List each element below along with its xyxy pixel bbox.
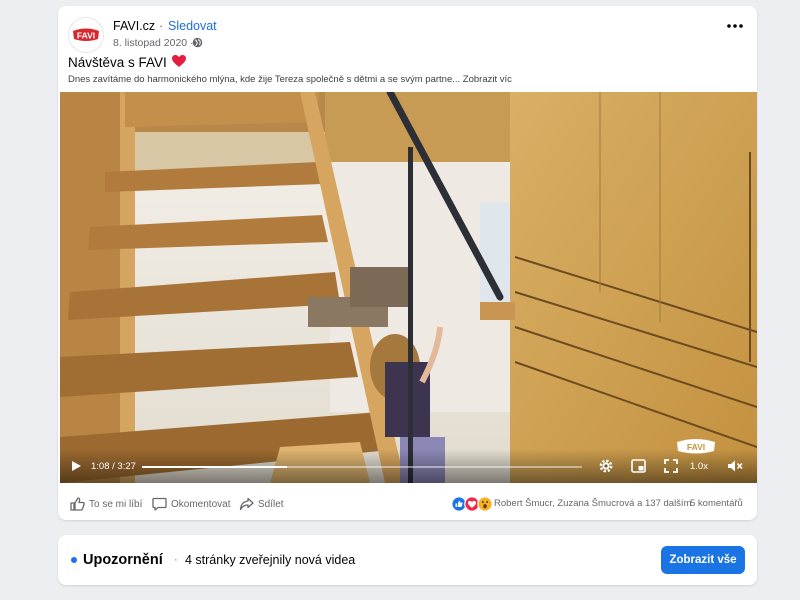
- reactors-text[interactable]: Robert Šmucr, Zuzana Šmucrová a 137 dalš…: [494, 498, 691, 509]
- more-icon: [727, 24, 743, 28]
- comments-count[interactable]: 5 komentářů: [690, 498, 743, 509]
- page-avatar[interactable]: FAVI: [68, 17, 104, 53]
- comment-label: Okomentovat: [171, 498, 231, 510]
- like-reaction-icon: [451, 496, 467, 512]
- follow-link[interactable]: Sledovat: [168, 19, 217, 33]
- wow-reaction-icon: [477, 496, 493, 512]
- video-time: 1:08 / 3:27: [91, 461, 136, 472]
- play-icon[interactable]: [70, 460, 82, 472]
- heart-icon: [172, 55, 186, 67]
- post-card: FAVI FAVI.cz · Sledovat 8. listopad 2020…: [58, 6, 757, 520]
- more-options-button[interactable]: [723, 18, 747, 34]
- gear-icon[interactable]: [598, 458, 614, 474]
- notification-dot-icon: [71, 557, 77, 563]
- like-label: To se mi líbí: [89, 498, 143, 510]
- post-text-body: Dnes zavítáme do harmonického mlýna, kde…: [68, 74, 461, 85]
- video-progress-bar[interactable]: [142, 466, 582, 468]
- post-text: Dnes zavítáme do harmonického mlýna, kde…: [68, 74, 512, 85]
- comment-icon: [152, 497, 167, 511]
- notification-separator: ·: [174, 554, 178, 566]
- like-button[interactable]: To se mi líbí: [70, 497, 142, 511]
- globe-icon: [192, 37, 203, 48]
- favi-logo-text: FAVI: [77, 31, 95, 41]
- video-frame: [60, 92, 757, 483]
- favi-watermark-text: FAVI: [687, 442, 705, 452]
- post-date[interactable]: 8. listopad 2020 ·: [113, 37, 194, 49]
- video-player[interactable]: FAVI 1:08 / 3:27 1.0x: [60, 92, 757, 483]
- header-separator: ·: [159, 19, 164, 33]
- see-more-link[interactable]: Zobrazit víc: [463, 74, 512, 85]
- show-all-button[interactable]: Zobrazit vše: [661, 546, 745, 574]
- miniplayer-icon[interactable]: [631, 459, 646, 473]
- post-title: Návštěva s FAVI: [68, 55, 167, 70]
- favi-logo: FAVI: [69, 18, 103, 52]
- expand-icon[interactable]: [664, 459, 678, 473]
- notification-text: 4 stránky zveřejnily nová videa: [185, 553, 356, 567]
- share-button[interactable]: Sdílet: [239, 497, 284, 511]
- notification-card: Upozornění · 4 stránky zveřejnily nová v…: [58, 535, 757, 585]
- share-icon: [239, 497, 254, 511]
- thumbs-up-icon: [70, 497, 85, 511]
- notification-title: Upozornění: [83, 552, 163, 568]
- love-reaction-icon: [464, 496, 480, 512]
- speaker-muted-icon[interactable]: [727, 459, 743, 473]
- reaction-icons[interactable]: [451, 496, 493, 512]
- comment-button[interactable]: Okomentovat: [152, 497, 230, 511]
- page-name[interactable]: FAVI.cz: [113, 19, 155, 33]
- favi-watermark: FAVI: [677, 439, 715, 454]
- share-label: Sdílet: [258, 498, 284, 510]
- playback-speed[interactable]: 1.0x: [690, 461, 708, 472]
- video-progress-fill: [142, 466, 288, 468]
